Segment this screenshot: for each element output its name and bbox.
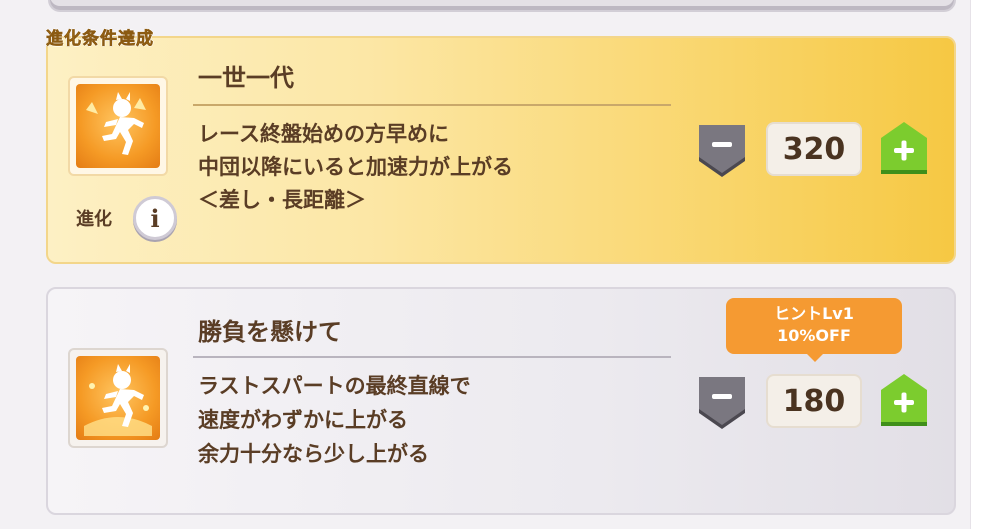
info-button[interactable]: i xyxy=(133,196,177,240)
skill-icon-frame xyxy=(68,348,168,448)
skill-divider xyxy=(193,104,671,106)
skill-description-line: ラストスパートの最終直線で xyxy=(198,374,471,398)
hint-discount: 10%OFF xyxy=(777,326,851,345)
skill-name: 勝負を懸けて xyxy=(198,318,342,346)
hint-level: ヒントLv1 xyxy=(774,304,854,323)
previous-skill-card[interactable] xyxy=(48,0,956,12)
skill-description-line: ＜差し・長距離＞ xyxy=(198,188,366,212)
skill-description-line: 速度がわずかに上がる xyxy=(198,408,408,432)
running-figure-icon xyxy=(76,356,160,440)
increase-button[interactable] xyxy=(877,372,931,428)
skill-cost: 180 xyxy=(766,374,862,428)
skill-cost: 320 xyxy=(766,122,862,176)
decrease-button[interactable] xyxy=(695,123,749,179)
skill-description-line: 余力十分なら少し上がる xyxy=(198,442,429,466)
skill-description-line: レース終盤始めの方早めに xyxy=(198,122,449,146)
skill-name: 一世一代 xyxy=(198,64,294,92)
scroll-track[interactable] xyxy=(970,0,1000,529)
skill-icon-frame xyxy=(68,76,168,176)
decrease-button[interactable] xyxy=(695,375,749,431)
skill-divider xyxy=(193,356,671,358)
hint-badge-tail xyxy=(805,352,825,362)
evolution-label: 進化 xyxy=(76,209,112,230)
hint-badge: ヒントLv1 10%OFF xyxy=(726,298,902,354)
evolution-condition-tag: 進化条件達成 xyxy=(46,29,154,50)
increase-button[interactable] xyxy=(877,120,931,176)
running-figure-icon xyxy=(76,84,160,168)
skill-description-line: 中団以降にいると加速力が上がる xyxy=(198,155,513,179)
